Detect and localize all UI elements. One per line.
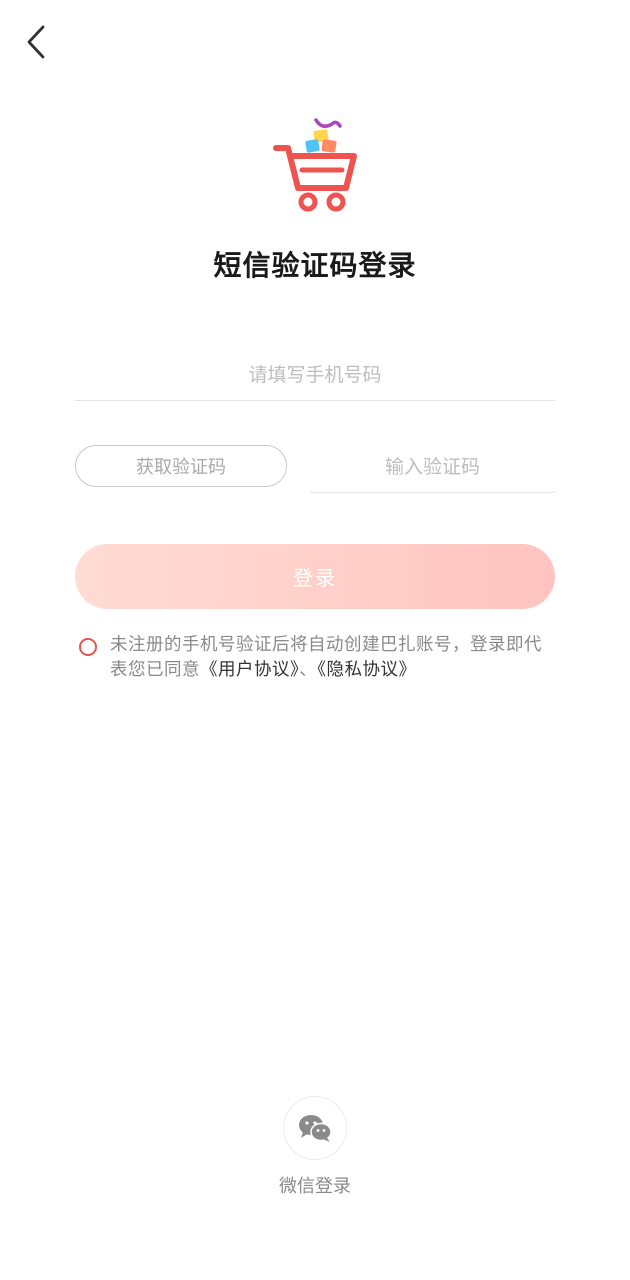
user-agreement-link[interactable]: 《用户协议》 xyxy=(200,660,299,680)
chevron-left-icon xyxy=(27,25,45,59)
back-button[interactable] xyxy=(16,22,56,62)
shopping-cart-logo-icon xyxy=(273,118,357,212)
phone-field xyxy=(75,350,555,401)
agreement-checkbox[interactable] xyxy=(79,638,97,656)
login-button[interactable]: 登录 xyxy=(75,544,555,609)
privacy-policy-link[interactable]: 《隐私协议》 xyxy=(317,660,416,680)
wechat-icon xyxy=(299,1115,332,1142)
phone-input[interactable] xyxy=(75,350,555,400)
wechat-login-label: 微信登录 xyxy=(279,1176,351,1197)
code-input[interactable] xyxy=(310,442,555,492)
page-title: 短信验证码登录 xyxy=(213,249,417,282)
code-field xyxy=(310,442,555,493)
get-code-button[interactable]: 获取验证码 xyxy=(75,445,287,487)
agreement-separator: 、 xyxy=(299,660,318,680)
wechat-login-button[interactable] xyxy=(283,1096,347,1160)
agreement-text: 未注册的手机号验证后将自动创建巴扎账号，登录即代表您已同意《用户协议》、《隐私协… xyxy=(110,633,550,683)
app-logo xyxy=(270,114,362,214)
